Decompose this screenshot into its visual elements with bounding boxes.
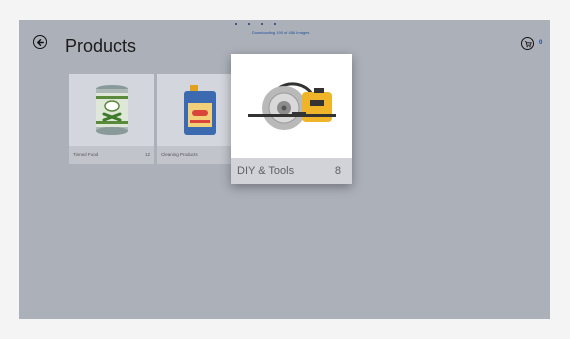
back-arrow-icon — [36, 38, 44, 46]
loading-indicator — [235, 23, 276, 25]
category-tile-diy-tools[interactable]: DIY & Tools 8 — [231, 54, 352, 184]
back-button[interactable] — [33, 35, 47, 49]
cart-icon — [524, 40, 532, 47]
tile-image — [231, 54, 352, 158]
cart-count: 0 — [539, 40, 543, 46]
category-tile-cleaning-products[interactable]: Cleaning Products — [157, 74, 242, 164]
page-title: Products — [65, 36, 137, 56]
app-window: Downloading 190 of 456 Images Products 0 — [19, 20, 550, 319]
category-count: 8 — [334, 165, 341, 177]
category-tile-tinned-food[interactable]: Tinned Food 12 — [69, 74, 154, 164]
tin-can-icon — [95, 85, 128, 135]
circular-saw-icon — [247, 82, 336, 130]
category-name: DIY & Tools — [237, 165, 295, 177]
tile-image — [69, 74, 154, 146]
detergent-bottle-icon — [183, 85, 216, 135]
tile-footer: DIY & Tools 8 — [231, 158, 352, 184]
tile-image — [157, 74, 242, 146]
cart-button[interactable] — [521, 37, 534, 50]
category-name: Tinned Food — [73, 152, 99, 157]
category-name: Cleaning Products — [161, 152, 198, 157]
tile-footer: Cleaning Products — [157, 146, 242, 164]
tile-footer: Tinned Food 12 — [69, 146, 154, 164]
download-status: Downloading 190 of 456 Images — [252, 30, 310, 35]
category-count: 12 — [144, 152, 150, 157]
